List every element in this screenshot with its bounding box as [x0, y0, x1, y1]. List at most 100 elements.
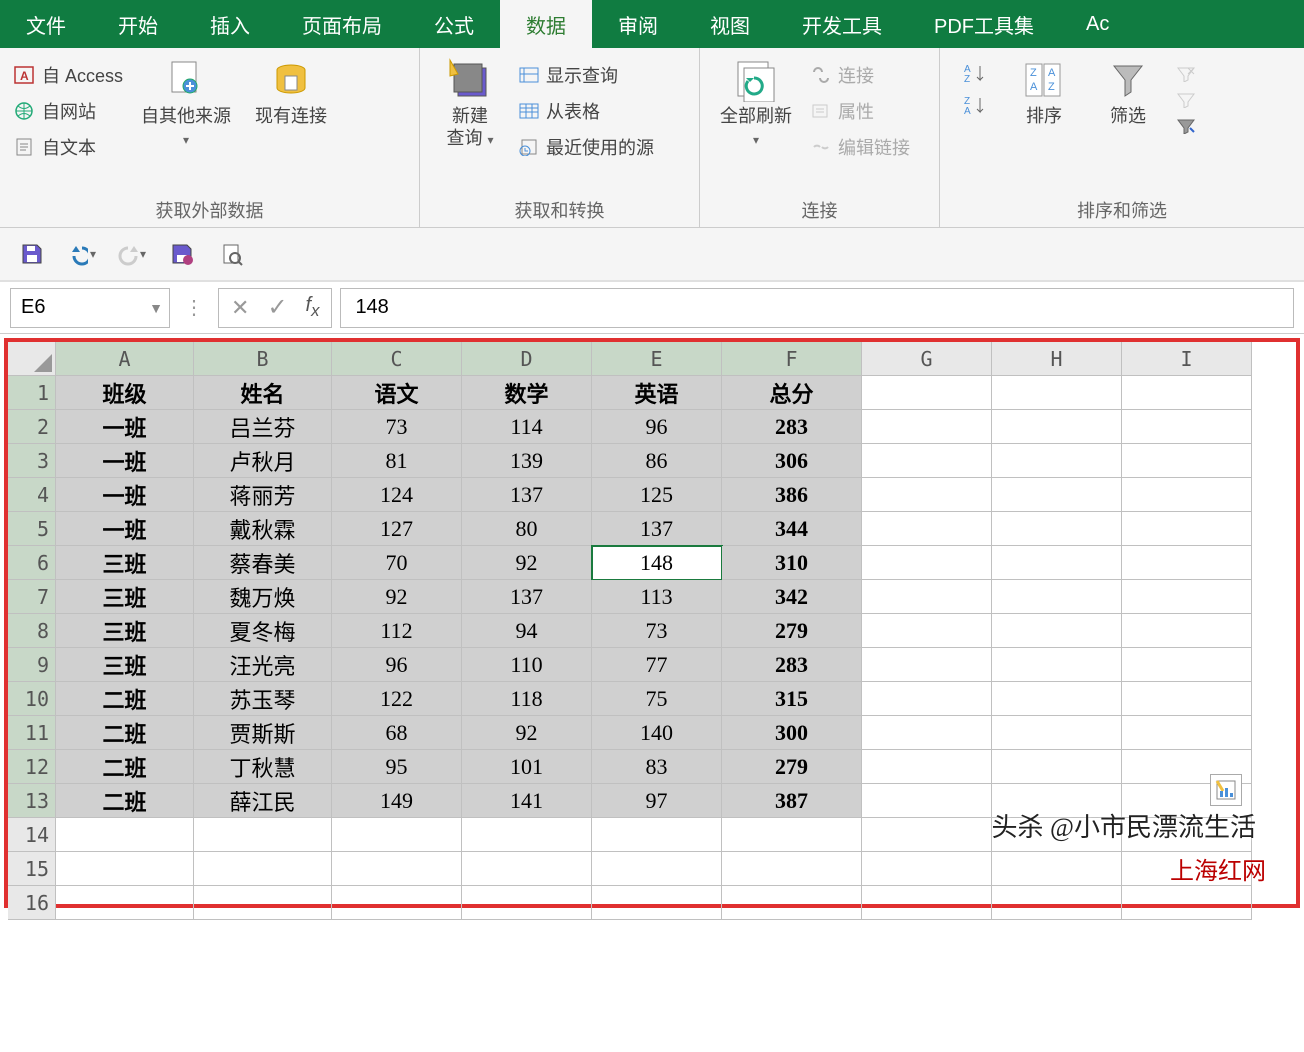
cell[interactable]: 蒋丽芳 — [194, 478, 332, 512]
cell[interactable]: 薛江民 — [194, 784, 332, 818]
cell[interactable] — [862, 716, 992, 750]
cell[interactable]: 124 — [332, 478, 462, 512]
column-header[interactable]: D — [462, 342, 592, 376]
tab-开始[interactable]: 开始 — [92, 0, 184, 48]
cell[interactable] — [992, 614, 1122, 648]
cell[interactable]: 283 — [722, 410, 862, 444]
column-header[interactable]: G — [862, 342, 992, 376]
cell[interactable]: 92 — [462, 546, 592, 580]
cell[interactable]: 汪光亮 — [194, 648, 332, 682]
cell[interactable] — [862, 410, 992, 444]
cancel-icon[interactable]: ✕ — [231, 295, 249, 321]
cell[interactable]: 70 — [332, 546, 462, 580]
cell[interactable] — [592, 818, 722, 852]
formula-input[interactable]: 148 — [340, 288, 1294, 328]
cell[interactable]: 122 — [332, 682, 462, 716]
cell[interactable]: 127 — [332, 512, 462, 546]
cell[interactable] — [462, 818, 592, 852]
cell[interactable] — [992, 852, 1122, 886]
row-header[interactable]: 10 — [8, 682, 56, 716]
tab-审阅[interactable]: 审阅 — [592, 0, 684, 48]
tab-视图[interactable]: 视图 — [684, 0, 776, 48]
column-header[interactable]: A — [56, 342, 194, 376]
cell[interactable] — [56, 818, 194, 852]
cell[interactable]: 一班 — [56, 410, 194, 444]
cell[interactable]: 344 — [722, 512, 862, 546]
cell[interactable]: 丁秋慧 — [194, 750, 332, 784]
cell[interactable] — [862, 614, 992, 648]
cell[interactable]: 83 — [592, 750, 722, 784]
column-header[interactable]: E — [592, 342, 722, 376]
column-header[interactable]: F — [722, 342, 862, 376]
cell[interactable]: 班级 — [56, 376, 194, 410]
cell[interactable] — [992, 546, 1122, 580]
cell[interactable]: 73 — [592, 614, 722, 648]
cell[interactable]: 279 — [722, 750, 862, 784]
tab-公式[interactable]: 公式 — [408, 0, 500, 48]
show-queries-button[interactable]: 显示查询 — [514, 60, 658, 90]
cell[interactable]: 342 — [722, 580, 862, 614]
cell[interactable]: 80 — [462, 512, 592, 546]
print-preview-icon[interactable] — [218, 240, 246, 268]
cell[interactable]: 279 — [722, 614, 862, 648]
cell[interactable] — [722, 852, 862, 886]
cell[interactable] — [722, 886, 862, 920]
row-header[interactable]: 9 — [8, 648, 56, 682]
row-header[interactable]: 2 — [8, 410, 56, 444]
cell[interactable]: 94 — [462, 614, 592, 648]
cell[interactable] — [992, 648, 1122, 682]
cell[interactable] — [992, 478, 1122, 512]
row-header[interactable]: 8 — [8, 614, 56, 648]
cell[interactable] — [992, 750, 1122, 784]
cell[interactable]: 86 — [592, 444, 722, 478]
undo-icon[interactable]: ▾ — [68, 240, 96, 268]
cell[interactable] — [1122, 546, 1252, 580]
cell[interactable] — [332, 886, 462, 920]
cell[interactable] — [1122, 410, 1252, 444]
tab-文件[interactable]: 文件 — [0, 0, 92, 48]
row-header[interactable]: 5 — [8, 512, 56, 546]
cell[interactable]: 139 — [462, 444, 592, 478]
cell[interactable] — [992, 376, 1122, 410]
cell[interactable]: 137 — [462, 478, 592, 512]
cell[interactable]: 113 — [592, 580, 722, 614]
chevron-down-icon[interactable]: ▼ — [149, 300, 163, 316]
cell[interactable] — [992, 580, 1122, 614]
cell[interactable] — [462, 886, 592, 920]
cell[interactable]: 戴秋霖 — [194, 512, 332, 546]
cell[interactable]: 二班 — [56, 716, 194, 750]
cell[interactable]: 68 — [332, 716, 462, 750]
cell[interactable] — [194, 852, 332, 886]
cell[interactable] — [56, 852, 194, 886]
cell[interactable] — [1122, 478, 1252, 512]
cell[interactable] — [862, 852, 992, 886]
cell[interactable]: 魏万焕 — [194, 580, 332, 614]
cell[interactable]: 数学 — [462, 376, 592, 410]
cell[interactable] — [862, 886, 992, 920]
cell[interactable]: 310 — [722, 546, 862, 580]
cell[interactable] — [1122, 886, 1252, 920]
cell[interactable] — [992, 444, 1122, 478]
column-header[interactable]: B — [194, 342, 332, 376]
cell[interactable] — [862, 580, 992, 614]
cell[interactable] — [1122, 512, 1252, 546]
sort-desc-button[interactable]: ZA — [958, 92, 992, 118]
tab-PDF工具集[interactable]: PDF工具集 — [908, 0, 1060, 48]
enter-icon[interactable]: ✓ — [267, 293, 287, 322]
row-header[interactable]: 4 — [8, 478, 56, 512]
row-header[interactable]: 1 — [8, 376, 56, 410]
cell[interactable]: 卢秋月 — [194, 444, 332, 478]
cell[interactable]: 125 — [592, 478, 722, 512]
tab-数据[interactable]: 数据 — [500, 0, 592, 48]
cell[interactable] — [1122, 580, 1252, 614]
column-header[interactable]: I — [1122, 342, 1252, 376]
cell[interactable]: 蔡春美 — [194, 546, 332, 580]
cell[interactable]: 137 — [592, 512, 722, 546]
name-box[interactable]: E6▼ — [10, 288, 170, 328]
cell[interactable] — [992, 886, 1122, 920]
cell[interactable]: 114 — [462, 410, 592, 444]
sort-button[interactable]: ZAAZ 排序 — [1004, 54, 1084, 132]
cell[interactable]: 81 — [332, 444, 462, 478]
cell[interactable]: 306 — [722, 444, 862, 478]
column-header[interactable]: H — [992, 342, 1122, 376]
